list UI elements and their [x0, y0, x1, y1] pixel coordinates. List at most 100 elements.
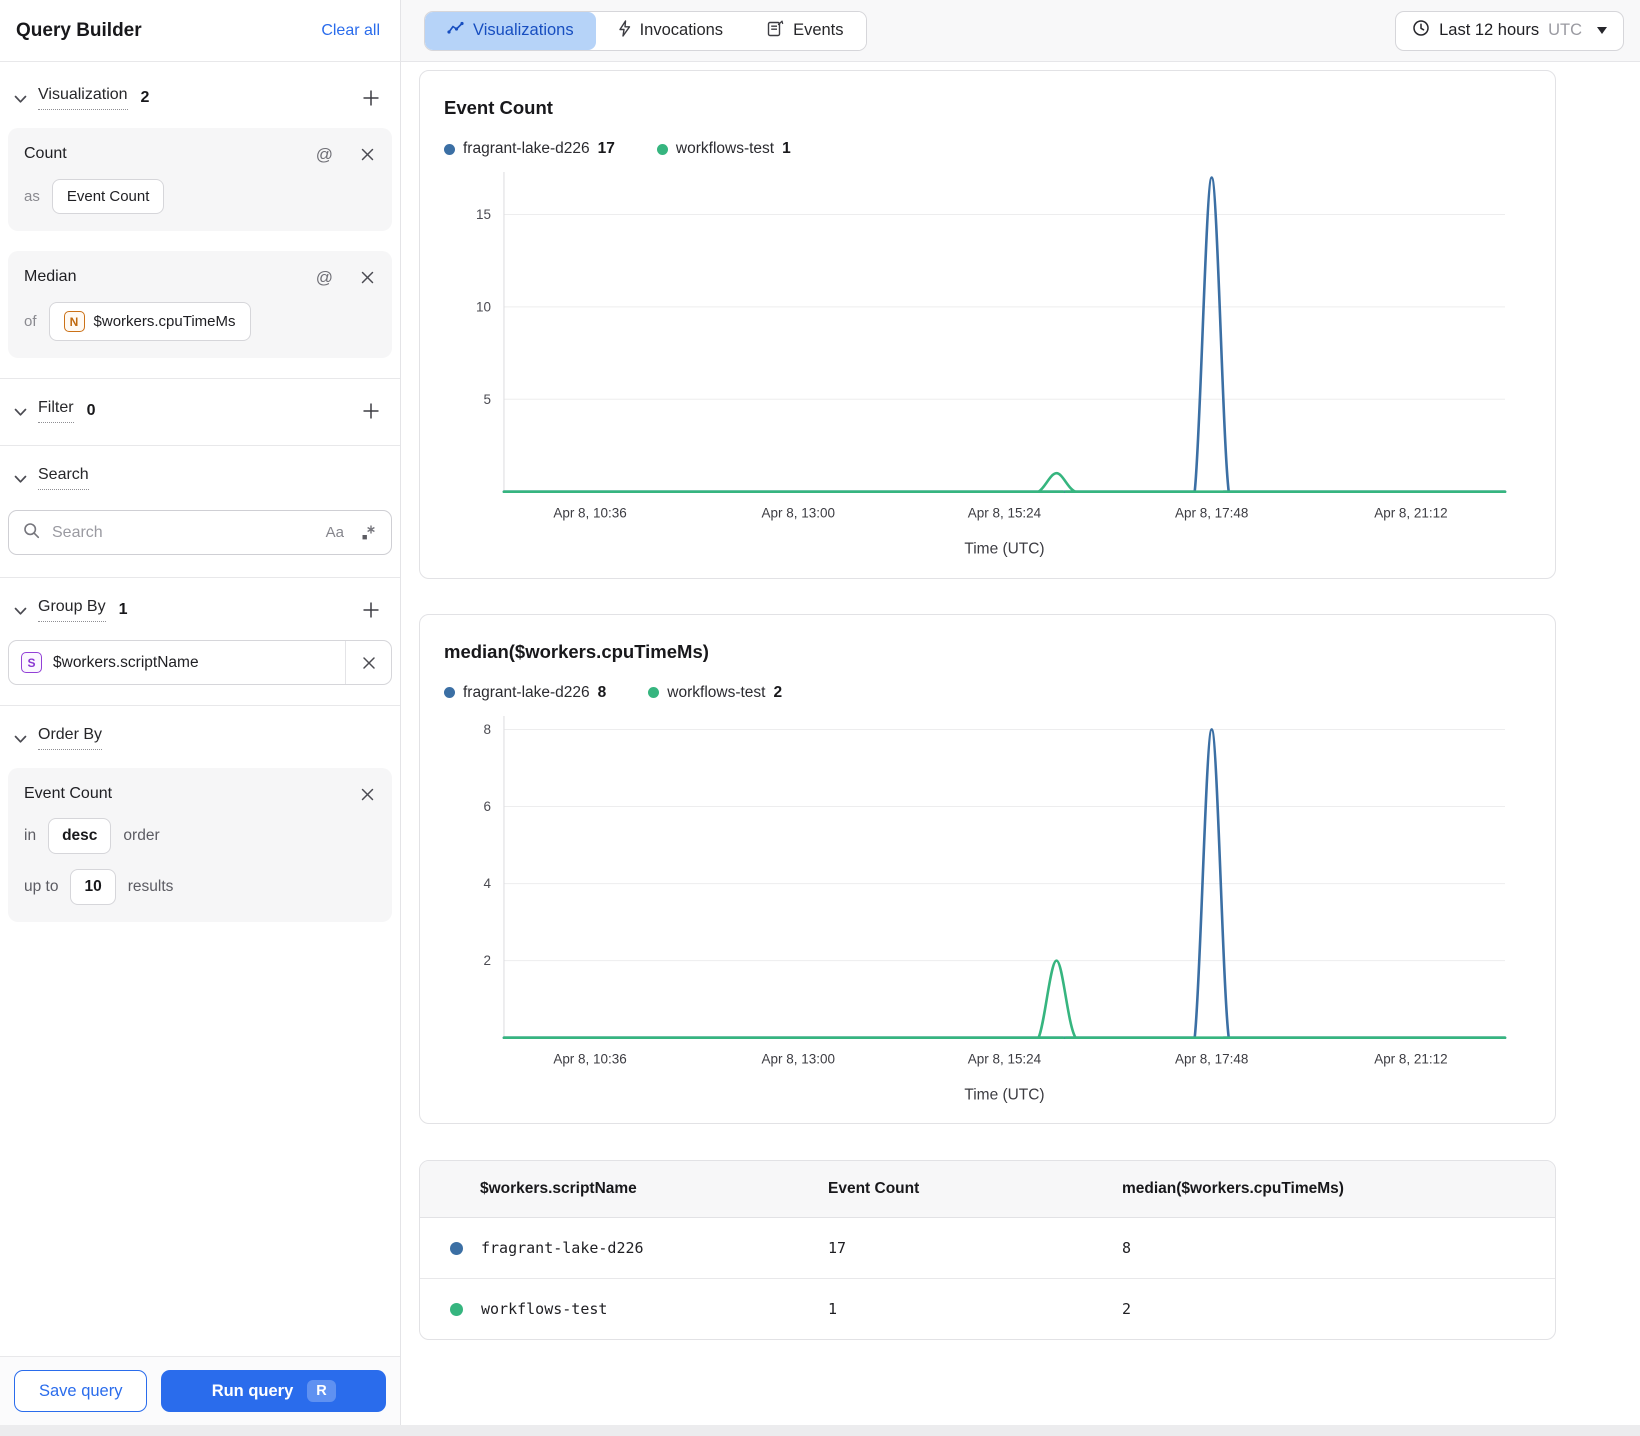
legend-label: fragrant-lake-d226: [463, 140, 590, 157]
sidebar-body: Visualization 2 Count @ as Event Count M…: [0, 62, 400, 1356]
timezone-label: UTC: [1548, 21, 1582, 39]
group-by-count: 1: [118, 601, 128, 618]
section-label-filter: Filter: [38, 399, 74, 423]
section-label-group-by: Group By: [38, 598, 106, 622]
event-count-chart-card: Event Count fragrant-lake-d226 17 workfl…: [419, 70, 1556, 579]
tab-events[interactable]: Events: [745, 11, 866, 50]
section-label-search: Search: [38, 466, 89, 490]
save-query-button[interactable]: Save query: [14, 1370, 148, 1412]
section-search: Search: [0, 446, 400, 504]
chevron-down-icon[interactable]: [14, 473, 27, 484]
table-row: workflows-test 1 2: [420, 1278, 1555, 1339]
visualization-count: 2: [140, 89, 150, 106]
alias-field[interactable]: Event Count: [51, 179, 165, 214]
window-bottom-edge: [0, 1425, 1640, 1436]
table-row: fragrant-lake-d226 17 8: [420, 1218, 1555, 1278]
view-tabs: Visualizations Invocations Events: [424, 10, 867, 51]
mention-icon[interactable]: @: [316, 269, 333, 286]
legend-label: workflows-test: [675, 140, 775, 157]
regex-toggle-icon[interactable]: [360, 524, 377, 541]
legend-item-workflows-test[interactable]: workflows-test 2: [648, 684, 782, 702]
chevron-down-icon[interactable]: [14, 605, 27, 616]
tab-invocations[interactable]: Invocations: [595, 11, 746, 50]
svg-text:Time (UTC): Time (UTC): [964, 1086, 1044, 1103]
svg-text:Apr 8, 17:48: Apr 8, 17:48: [1175, 1051, 1248, 1066]
run-shortcut-badge: R: [307, 1380, 336, 1402]
add-group-by-button[interactable]: [360, 599, 382, 621]
remove-group-by-button[interactable]: [345, 641, 391, 684]
order-by-card: Event Count in desc order up to 10 resul…: [8, 768, 392, 922]
svg-text:5: 5: [483, 392, 491, 407]
tab-visualizations[interactable]: Visualizations: [425, 11, 596, 50]
svg-text:Apr 8, 10:36: Apr 8, 10:36: [553, 1051, 626, 1066]
median-cell: 8: [1122, 1239, 1132, 1258]
script-name-cell: workflows-test: [481, 1300, 608, 1319]
sidebar-header: Query Builder Clear all: [0, 0, 400, 62]
events-log-icon: [767, 20, 784, 42]
legend-item-fragrant-lake[interactable]: fragrant-lake-d226 8: [444, 684, 606, 702]
filter-count: 0: [86, 402, 96, 419]
order-in-label: in: [24, 827, 37, 844]
run-query-button[interactable]: Run query R: [161, 1370, 386, 1412]
section-label-visualization: Visualization: [38, 86, 128, 110]
result-limit-field[interactable]: 10: [70, 869, 116, 905]
series-color-dot: [450, 1241, 463, 1255]
alias-prefix-label: as: [24, 188, 40, 205]
chart-legend: fragrant-lake-d226 17 workflows-test 1: [444, 140, 1531, 158]
median-field-selector[interactable]: N $workers.cpuTimeMs: [48, 302, 251, 341]
group-by-field-value: $workers.scriptName: [53, 653, 199, 671]
section-order-by: Order By: [0, 706, 400, 764]
field-prefix-label: of: [24, 313, 37, 330]
chevron-down-icon[interactable]: [14, 406, 27, 417]
visualization-card-median: Median @ of N $workers.cpuTimeMs: [8, 251, 392, 358]
group-by-item[interactable]: S $workers.scriptName: [8, 640, 392, 685]
event-count-cell: 17: [828, 1239, 847, 1258]
mention-icon[interactable]: @: [316, 146, 333, 163]
column-header-median: median($workers.cpuTimeMs): [1122, 1180, 1344, 1198]
string-type-icon: S: [21, 652, 42, 673]
legend-item-workflows-test[interactable]: workflows-test 1: [656, 140, 791, 158]
svg-text:Apr 8, 15:24: Apr 8, 15:24: [968, 506, 1042, 521]
remove-order-by-button[interactable]: [359, 786, 376, 803]
order-by-field: Event Count: [24, 785, 113, 802]
tab-label: Visualizations: [473, 21, 574, 39]
svg-text:4: 4: [483, 876, 491, 891]
svg-text:Apr 8, 17:48: Apr 8, 17:48: [1175, 506, 1248, 521]
chevron-down-icon[interactable]: [14, 93, 27, 104]
svg-text:2: 2: [483, 953, 491, 968]
chevron-down-icon[interactable]: [14, 733, 27, 744]
chart-title: median($workers.cpuTimeMs): [444, 640, 709, 662]
remove-visualization-button[interactable]: [359, 146, 376, 163]
series-color-dot: [450, 1302, 463, 1316]
alias-value: Event Count: [66, 188, 150, 205]
search-input[interactable]: [50, 522, 316, 543]
chart-title: Event Count: [444, 97, 553, 118]
column-header-script-name: $workers.scriptName: [480, 1180, 637, 1198]
order-direction-selector[interactable]: desc: [48, 818, 112, 854]
add-filter-button[interactable]: [360, 400, 382, 422]
section-visualization: Visualization 2: [0, 66, 400, 124]
event-count-cell: 1: [828, 1300, 838, 1319]
time-range-selector[interactable]: Last 12 hours UTC: [1395, 10, 1624, 51]
svg-text:Apr 8, 10:36: Apr 8, 10:36: [553, 506, 626, 521]
caret-down-icon: [1597, 27, 1607, 34]
median-cputime-line-chart: 2 4 6 8 Apr 8, 10:36 Apr 8, 13:00 Apr 8, 15:24…: [483, 715, 1507, 1103]
results-table: $workers.scriptName Event Count median($…: [419, 1160, 1556, 1341]
svg-text:Apr 8, 21:12: Apr 8, 21:12: [1374, 1051, 1447, 1066]
svg-text:15: 15: [476, 207, 491, 222]
remove-visualization-button[interactable]: [359, 269, 376, 286]
legend-label: fragrant-lake-d226: [463, 683, 590, 701]
topbar: Visualizations Invocations Events Last 1…: [401, 0, 1640, 62]
legend-value: 8: [597, 683, 607, 701]
visualization-card-title: Count: [24, 145, 67, 162]
lightning-icon: [618, 19, 631, 42]
legend-dot: [444, 143, 455, 155]
clear-all-link[interactable]: Clear all: [321, 22, 380, 40]
number-type-icon: N: [63, 311, 85, 332]
svg-text:Apr 8, 21:12: Apr 8, 21:12: [1374, 506, 1447, 521]
visualization-card-count: Count @ as Event Count: [8, 128, 392, 231]
sidebar-footer: Save query Run query R: [0, 1356, 400, 1425]
case-sensitivity-toggle[interactable]: Aa: [326, 524, 344, 541]
add-visualization-button[interactable]: [360, 87, 382, 109]
legend-item-fragrant-lake[interactable]: fragrant-lake-d226 17: [444, 140, 615, 158]
